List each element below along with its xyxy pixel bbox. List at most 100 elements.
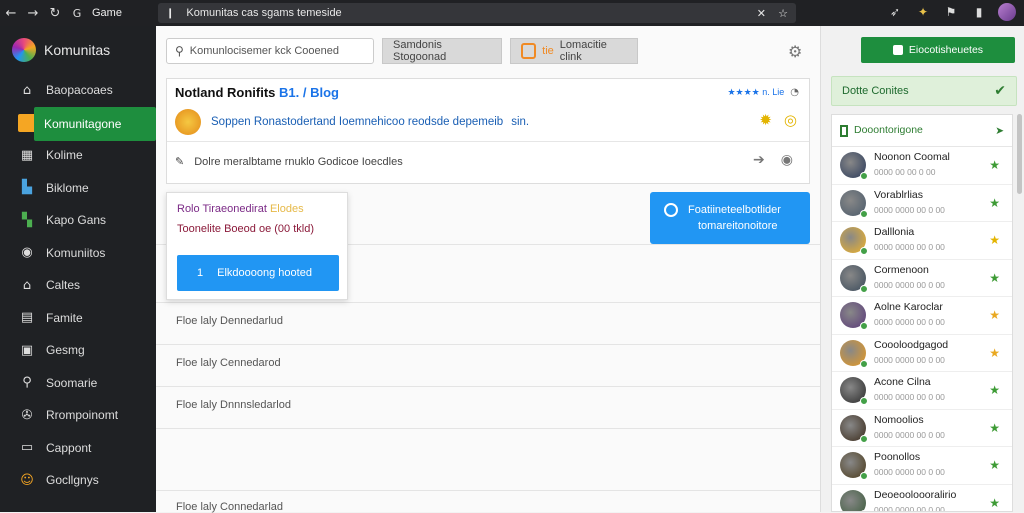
share-icon[interactable]: ▮ bbox=[970, 3, 988, 21]
feed-row[interactable]: Floe laly Cennedarod bbox=[176, 357, 281, 369]
favorite-star-icon[interactable]: ★ bbox=[989, 421, 1000, 435]
sidebar-item-caltes[interactable]: ⌂ Caltes bbox=[0, 269, 156, 302]
friends-header: Dooontorigone ➤ bbox=[832, 115, 1012, 147]
online-dot-icon bbox=[860, 284, 868, 293]
friend-row[interactable]: Poonollos 0000 0000 00 0 00 ★ bbox=[832, 447, 1012, 485]
friend-row[interactable]: Nomoolios 0000 0000 00 0 00 ★ bbox=[832, 410, 1012, 447]
brand[interactable]: Komunitas bbox=[0, 26, 156, 74]
post-title[interactable]: Notland Ronifits B1. / Blog bbox=[175, 85, 339, 100]
search-icon: ⚲ bbox=[175, 44, 184, 58]
avatar[interactable] bbox=[840, 489, 868, 511]
friend-row[interactable]: Aolne Karoclar 0000 0000 00 0 00 ★ bbox=[832, 297, 1012, 335]
reload-icon[interactable]: ↻ bbox=[44, 2, 66, 24]
sidebar-item-people[interactable]: ◉ Komuniitos bbox=[0, 237, 156, 270]
avatar[interactable] bbox=[840, 414, 868, 443]
friend-name: Nomoolios bbox=[874, 413, 924, 426]
friend-row[interactable]: Acone Cilna 0000 0000 00 0 00 ★ bbox=[832, 372, 1012, 410]
sidebar-item-search[interactable]: ⚲ Soomarie bbox=[0, 367, 156, 400]
edit-icon[interactable]: ✎ bbox=[175, 155, 184, 168]
scrollbar-thumb[interactable] bbox=[1017, 114, 1022, 194]
friend-name: Cormenoon bbox=[874, 263, 929, 276]
primary-action-button[interactable]: Foatiineteelbotlider tomareitonoitore bbox=[650, 192, 810, 244]
bell-icon[interactable]: ◔ bbox=[790, 87, 799, 98]
favorite-star-icon[interactable]: ★ bbox=[989, 271, 1000, 285]
favorite-star-icon[interactable]: ★ bbox=[989, 196, 1000, 210]
clear-url-icon[interactable]: ✕ bbox=[757, 7, 766, 20]
search-icon: ⚲ bbox=[22, 375, 32, 391]
friend-row[interactable]: Coooloodgagod 0000 0000 00 0 00 ★ bbox=[832, 335, 1012, 372]
award-icon[interactable]: ✹ bbox=[759, 111, 772, 129]
online-status-bar[interactable]: Dotte Conites ✔ bbox=[831, 76, 1017, 106]
share-actions: ➔ ◉ bbox=[753, 152, 793, 168]
sidebar-item-community[interactable]: Komunitagone bbox=[0, 106, 156, 141]
bookmark-icon: ▙ bbox=[22, 180, 32, 196]
favorite-star-icon[interactable]: ★ bbox=[989, 383, 1000, 397]
avatar[interactable] bbox=[840, 264, 868, 293]
favorite-star-icon[interactable]: ★ bbox=[989, 346, 1000, 360]
more-circle-icon[interactable]: ◉ bbox=[781, 152, 793, 168]
friend-row[interactable]: Noonon Coomal 0000 00 00 0 00 ★ bbox=[832, 147, 1012, 185]
sidebar-item-kolime[interactable]: ▦ Kolime bbox=[0, 139, 156, 172]
sidebar: Komunitas ⌂ Baopacoaes Komunitagone ▦ Ko… bbox=[0, 26, 156, 512]
expand-arrow-icon[interactable]: ➤ bbox=[995, 125, 1004, 137]
avatar[interactable] bbox=[840, 452, 868, 481]
favorite-star-icon[interactable]: ★ bbox=[989, 158, 1000, 172]
sidebar-item-label: Gesmg bbox=[46, 343, 85, 358]
avatar[interactable] bbox=[840, 339, 868, 368]
extension-icon[interactable]: ✦ bbox=[914, 3, 932, 21]
pin-icon[interactable]: ➶ bbox=[886, 3, 904, 21]
coin-icon[interactable]: ◎ bbox=[784, 111, 797, 129]
friend-row[interactable]: Cormenoon 0000 0000 00 0 00 ★ bbox=[832, 260, 1012, 297]
sidebar-item-biklome[interactable]: ▙ Biklome bbox=[0, 172, 156, 205]
favorite-star-icon[interactable]: ★ bbox=[989, 458, 1000, 472]
avatar[interactable] bbox=[840, 302, 868, 331]
tab-title[interactable]: Game bbox=[92, 7, 122, 19]
sidebar-item-settings[interactable]: ✇ Rrompoinomt bbox=[0, 399, 156, 432]
avatar[interactable] bbox=[840, 152, 868, 181]
sidebar-item-emoji[interactable]: ☺ Gocllgnys bbox=[0, 464, 156, 497]
store-icon: ▚ bbox=[22, 212, 32, 228]
avatar[interactable] bbox=[840, 377, 868, 406]
primary-green-button[interactable]: Eiocotisheuetes bbox=[861, 37, 1015, 63]
friend-sub: 0000 00 00 0 00 bbox=[874, 167, 936, 178]
bookmark-star-icon[interactable]: ☆ bbox=[778, 7, 788, 20]
post-content: Soppen Ronastodertand Ioemnehicoo reodsd… bbox=[175, 109, 529, 135]
sidebar-item-famite[interactable]: ▤ Famite bbox=[0, 302, 156, 335]
feed-row[interactable]: Floe laly Dnnnsledarlod bbox=[176, 399, 291, 411]
feed-row[interactable]: Floe laly Connedarlad bbox=[176, 501, 283, 513]
friend-sub: 0000 0000 00 0 00 bbox=[874, 392, 945, 403]
search-placeholder: Komunlocisemer kck Cooened bbox=[189, 45, 339, 57]
sidebar-item-store[interactable]: ▚ Kapo Gans bbox=[0, 204, 156, 237]
friend-row[interactable]: Vorablrlias 0000 0000 00 0 00 ★ bbox=[832, 185, 1012, 222]
feed-row[interactable]: Floe laly Dennedarlud bbox=[176, 315, 283, 327]
popup-subtitle: Toonelite Boeod oe (00 tkld) bbox=[177, 223, 314, 235]
avatar[interactable] bbox=[840, 227, 868, 256]
friend-name: Aolne Karoclar bbox=[874, 301, 943, 314]
filter-button-left[interactable]: Samdonis Stogoonad bbox=[382, 38, 502, 64]
flag-icon[interactable]: ⚑ bbox=[942, 3, 960, 21]
sidebar-item-label: Caltes bbox=[46, 278, 81, 293]
friend-row[interactable]: Deoeooloooralirio 0000 0000 00 0 00 ★ bbox=[832, 485, 1012, 511]
sidebar-item-home[interactable]: ⌂ Baopacoaes bbox=[0, 74, 156, 107]
profile-avatar[interactable] bbox=[998, 3, 1016, 21]
avatar[interactable] bbox=[840, 189, 868, 218]
gear-icon[interactable]: ⚙ bbox=[788, 42, 802, 61]
filter-button-right[interactable]: tie Lomacitie clink bbox=[510, 38, 638, 64]
sidebar-item-label: Biklome bbox=[46, 180, 89, 195]
green-button-label: Eiocotisheuetes bbox=[908, 44, 984, 56]
favorite-star-icon[interactable]: ★ bbox=[989, 233, 1000, 247]
avatar[interactable] bbox=[175, 109, 201, 135]
popup-button-number: 1 bbox=[197, 267, 204, 279]
search-input[interactable]: ⚲ Komunlocisemer kck Cooened bbox=[166, 38, 374, 64]
favorite-star-icon[interactable]: ★ bbox=[989, 496, 1000, 510]
sidebar-item-chat[interactable]: ▭ Cappont bbox=[0, 432, 156, 465]
share-arrow-icon[interactable]: ➔ bbox=[753, 152, 765, 168]
friend-row[interactable]: Dalllonia 0000 0000 00 0 00 ★ bbox=[832, 222, 1012, 260]
url-text[interactable]: Komunitas cas sgams temeside bbox=[186, 7, 341, 19]
back-icon[interactable]: ← bbox=[0, 2, 22, 24]
url-bar[interactable]: ❙ Komunitas cas sgams temeside ✕ ☆ bbox=[158, 3, 796, 23]
popup-action-button[interactable]: 1 Elkdoooong hooted bbox=[177, 255, 339, 291]
sidebar-item-games[interactable]: ▣ Gesmg bbox=[0, 334, 156, 367]
forward-icon[interactable]: → bbox=[22, 2, 44, 24]
favorite-star-icon[interactable]: ★ bbox=[989, 308, 1000, 322]
